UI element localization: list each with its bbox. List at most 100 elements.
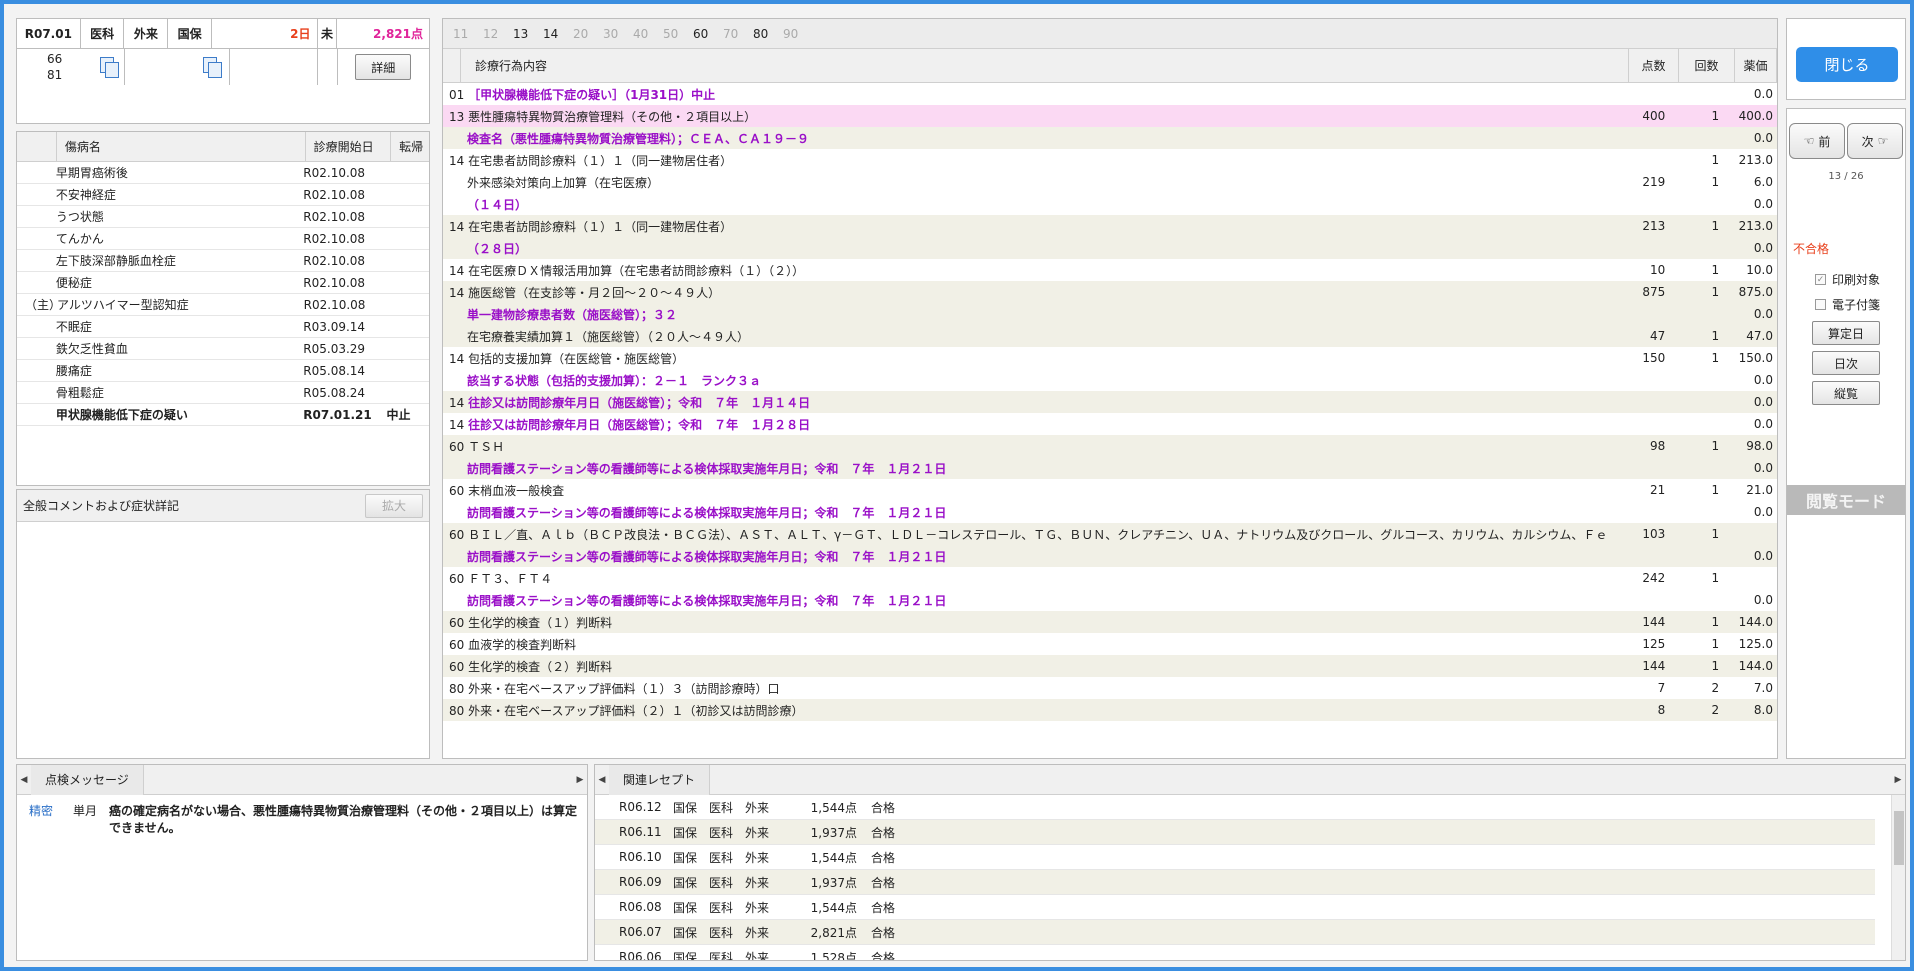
disease-row[interactable]: 甲状腺機能低下症の疑い R07.01.21 中止 (17, 404, 429, 426)
treatment-row[interactable]: 検査名（悪性腫瘍特異物質治療管理料）；ＣＥＡ、ＣＡ１９－９ 0.0 (443, 127, 1777, 149)
tab-related-receipts[interactable]: 関連レセプト (609, 765, 711, 795)
col-outcome[interactable]: 転帰 (391, 132, 429, 161)
col-content[interactable]: 診療行為内容 (461, 49, 1629, 82)
disease-row[interactable]: うつ状態 R02.10.08 (17, 206, 429, 228)
expand-button[interactable]: 拡大 (365, 493, 423, 518)
disease-row[interactable]: 不安神経症 R02.10.08 (17, 184, 429, 206)
related-row[interactable]: R06.08 国保 医科 外来 1,544点 合格 (595, 895, 1875, 920)
tab-check-messages[interactable]: 点検メッセージ (31, 765, 144, 795)
overview-button[interactable]: 縦覧 (1812, 381, 1880, 405)
document-icon[interactable] (203, 57, 223, 78)
treatment-row[interactable]: 60 末梢血液一般検査 21 1 21.0 (443, 479, 1777, 501)
treatment-row[interactable]: 13 悪性腫瘍特異物質治療管理料（その他・２項目以上） 400 1 400.0 (443, 105, 1777, 127)
scrollbar[interactable] (1891, 795, 1905, 960)
message-row[interactable]: 精密 単月 癌の確定病名がない場合、悪性腫瘍特異物質治療管理料（その他・２項目以上）… (17, 795, 587, 837)
print-target-checkbox[interactable]: ✓ 印刷対象 (1815, 271, 1905, 288)
tab-category-30[interactable]: 30 (603, 27, 633, 41)
treatment-text: 血液学的検査判断料 (468, 637, 577, 652)
related-row[interactable]: R06.09 国保 医科 外来 1,937点 合格 (595, 870, 1875, 895)
related-row[interactable]: R06.12 国保 医科 外来 1,544点 合格 (595, 795, 1875, 820)
treatment-row[interactable]: 60 ＴＳＨ 98 1 98.0 (443, 435, 1777, 457)
treatment-category-code (449, 330, 467, 344)
treatment-row[interactable]: 60 ＢＩＬ／直、Ａｌｂ（ＢＣＰ改良法・ＢＣＧ法）、ＡＳＴ、ＡＬＴ、γ－ＧＴ、Ｌ… (443, 523, 1777, 545)
treatment-row[interactable]: 14 施医総管（在支診等・月２回～２０～４９人） 875 1 875.0 (443, 281, 1777, 303)
treatment-row[interactable]: 訪問看護ステーション等の看護師等による検体採取実施年月日；令和 ７年 １月２１日… (443, 501, 1777, 523)
disease-row[interactable]: てんかん R02.10.08 (17, 228, 429, 250)
document-icon[interactable] (99, 57, 119, 78)
scroll-right-icon[interactable]: ▶ (1891, 765, 1905, 795)
treatment-row[interactable]: 60 生化学的検査（１）判断料 144 1 144.0 (443, 611, 1777, 633)
next-button[interactable]: 次 ☞ (1847, 123, 1903, 159)
col-count[interactable]: 回数 (1679, 49, 1735, 82)
tab-category-90[interactable]: 90 (783, 27, 813, 41)
treatment-row[interactable]: 80 外来・在宅ベースアップ評価料（１）３（訪問診療時）口 7 2 7.0 (443, 677, 1777, 699)
disease-row[interactable]: 左下肢深部静脈血栓症 R02.10.08 (17, 250, 429, 272)
treatment-row[interactable]: 14 包括的支援加算（在医総管・施医総管） 150 1 150.0 (443, 347, 1777, 369)
related-row[interactable]: R06.06 国保 医科 外来 1,528点 合格 (595, 945, 1875, 961)
tab-category-70[interactable]: 70 (723, 27, 753, 41)
disease-name: てんかん (55, 232, 104, 246)
related-row[interactable]: R06.07 国保 医科 外来 2,821点 合格 (595, 920, 1875, 945)
treatment-row[interactable]: 外来感染対策向上加算（在宅医療） 219 1 6.0 (443, 171, 1777, 193)
treatment-row[interactable]: 14 在宅患者訪問診療料（１）１（同一建物居住者） 213 1 213.0 (443, 215, 1777, 237)
disease-row[interactable]: 便秘症 R02.10.08 (17, 272, 429, 294)
treatment-count: 1 (1711, 109, 1720, 123)
related-row[interactable]: R06.10 国保 医科 外来 1,544点 合格 (595, 845, 1875, 870)
disease-row[interactable]: 腰痛症 R05.08.14 (17, 360, 429, 382)
treatment-row[interactable]: 80 外来・在宅ベースアップ評価料（２）１（初診又は訪問診療） 8 2 8.0 (443, 699, 1777, 721)
tab-category-14[interactable]: 14 (543, 27, 573, 41)
tab-category-40[interactable]: 40 (633, 27, 663, 41)
treatment-row[interactable]: 60 生化学的検査（２）判断料 144 1 144.0 (443, 655, 1777, 677)
comment-body[interactable] (17, 522, 429, 752)
treatment-content: 60 生化学的検査（２）判断料 (443, 658, 1619, 675)
tab-category-11[interactable]: 11 (453, 27, 483, 41)
treatment-row[interactable]: （２８日） 0.0 (443, 237, 1777, 259)
treatment-row[interactable]: 14 在宅患者訪問診療料（１）１（同一建物居住者） 1 213.0 (443, 149, 1777, 171)
treatment-row[interactable]: 01 ［甲状腺機能低下症の疑い］（1月31日）中止 0.0 (443, 83, 1777, 105)
related-row[interactable]: R06.11 国保 医科 外来 1,937点 合格 (595, 820, 1875, 845)
col-start-date[interactable]: 診療開始日 (306, 132, 392, 161)
message-type: 精密 (29, 804, 54, 818)
treatment-row[interactable]: 訪問看護ステーション等の看護師等による検体採取実施年月日；令和 ７年 １月２１日… (443, 589, 1777, 611)
scrollbar-thumb[interactable] (1894, 811, 1904, 865)
treatment-row[interactable]: 該当する状態（包括的支援加算）：２－１ ランク３ａ 0.0 (443, 369, 1777, 391)
col-points[interactable]: 点数 (1629, 49, 1679, 82)
tab-category-80[interactable]: 80 (753, 27, 783, 41)
disease-row[interactable]: 骨粗鬆症 R05.08.24 (17, 382, 429, 404)
disease-row[interactable]: 鉄欠乏性貧血 R05.03.29 (17, 338, 429, 360)
col-price[interactable]: 薬価 (1735, 49, 1777, 82)
close-button[interactable]: 閉じる (1796, 47, 1898, 82)
treatment-row[interactable]: （１４日） 0.0 (443, 193, 1777, 215)
tab-category-60[interactable]: 60 (693, 27, 723, 41)
treatment-price: 213.0 (1738, 153, 1773, 167)
detail-button[interactable]: 詳細 (355, 54, 412, 80)
treatment-row[interactable]: 60 血液学的検査判断料 125 1 125.0 (443, 633, 1777, 655)
tab-category-13[interactable]: 13 (513, 27, 543, 41)
calc-day-button[interactable]: 算定日 (1812, 321, 1880, 345)
prev-button[interactable]: ☜ 前 (1789, 123, 1845, 159)
col-disease-name[interactable]: 傷病名 (57, 132, 306, 161)
scroll-right-icon[interactable]: ▶ (573, 765, 587, 795)
treatment-text: 訪問看護ステーション等の看護師等による検体採取実施年月日；令和 ７年 １月２１日 (467, 549, 947, 564)
treatment-category-code (449, 198, 467, 212)
scroll-left-icon[interactable]: ◀ (595, 765, 609, 795)
treatment-row[interactable]: 60 ＦＴ３、ＦＴ４ 242 1 (443, 567, 1777, 589)
treatment-row[interactable]: 14 往診又は訪問診療年月日（施医総管）；令和 ７年 １月１４日 0.0 (443, 391, 1777, 413)
disease-row[interactable]: 早期胃癌術後 R02.10.08 (17, 162, 429, 184)
day-order-button[interactable]: 日次 (1812, 351, 1880, 375)
treatment-row[interactable]: 14 往診又は訪問診療年月日（施医総管）；令和 ７年 １月２８日 0.0 (443, 413, 1777, 435)
related-result: 合格 (871, 800, 896, 815)
tab-category-12[interactable]: 12 (483, 27, 513, 41)
disease-row[interactable]: （主） アルツハイマー型認知症 R02.10.08 (17, 294, 429, 316)
tab-category-50[interactable]: 50 (663, 27, 693, 41)
treatment-row[interactable]: 訪問看護ステーション等の看護師等による検体採取実施年月日；令和 ７年 １月２１日… (443, 545, 1777, 567)
tab-category-20[interactable]: 20 (573, 27, 603, 41)
treatment-row[interactable]: 14 在宅医療ＤＸ情報活用加算（在宅患者訪問診療料（１）（２）） 10 1 10.0 (443, 259, 1777, 281)
disease-row[interactable]: 不眠症 R03.09.14 (17, 316, 429, 338)
related-ins: 国保 (673, 950, 698, 961)
scroll-left-icon[interactable]: ◀ (17, 765, 31, 795)
electronic-note-checkbox[interactable]: 電子付箋 (1815, 296, 1905, 313)
treatment-row[interactable]: 単一建物診療患者数（施医総管）；３２ 0.0 (443, 303, 1777, 325)
treatment-row[interactable]: 在宅療養実績加算１（施医総管）（２０人～４９人） 47 1 47.0 (443, 325, 1777, 347)
treatment-row[interactable]: 訪問看護ステーション等の看護師等による検体採取実施年月日；令和 ７年 １月２１日… (443, 457, 1777, 479)
